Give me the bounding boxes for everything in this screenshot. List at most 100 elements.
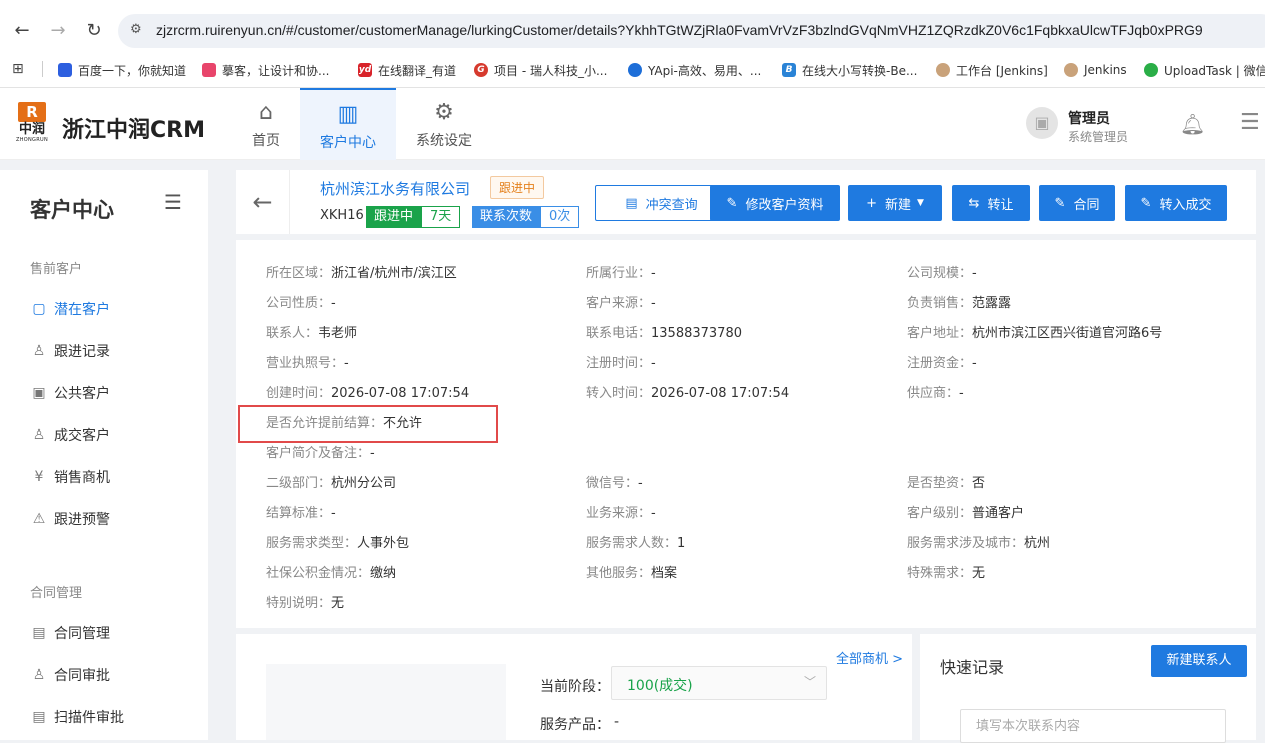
field-label: 所在区域：	[266, 266, 332, 281]
info-field: 客户简介及备注：-	[266, 442, 375, 461]
alert-doc-icon: ⚠	[32, 511, 46, 527]
info-field: 特殊需求：无	[907, 562, 985, 581]
field-value: 否	[972, 476, 986, 491]
bell-icon[interactable]: 🔔︎	[1180, 112, 1205, 136]
field-label: 服务需求人数：	[586, 536, 678, 551]
edit-customer-button[interactable]: ✎ 修改客户资料	[710, 185, 840, 221]
bookmark-baidu[interactable]: 百度一下，你就知道	[58, 60, 186, 80]
transfer-button[interactable]: ⇆ 转让	[952, 185, 1030, 221]
new-dropdown-button[interactable]: + 新建 ▼	[848, 185, 942, 221]
field-value: -	[959, 386, 964, 401]
contract-button[interactable]: ✎ 合同	[1039, 185, 1115, 221]
app-title: 浙江中润CRM	[62, 118, 205, 143]
sidebar-group-contracts: 合同管理	[30, 586, 83, 601]
status-badge: 跟进中	[490, 176, 545, 199]
info-field: 公司规模：-	[907, 262, 977, 281]
field-label: 服务需求涉及城市：	[907, 536, 1025, 551]
info-field: 客户地址：杭州市滨江区西兴街道官河路6号	[907, 322, 1162, 341]
address-bar[interactable]: ⚙ zjzrcrm.ruirenyun.cn/#/customer/custom…	[118, 14, 1265, 48]
menu-icon[interactable]: ☰	[1240, 110, 1260, 135]
field-label: 客户简介及备注：	[266, 446, 371, 461]
nav-system-settings[interactable]: ⚙ 系统设定	[396, 88, 492, 160]
field-label: 微信号：	[586, 476, 639, 491]
info-field: 结算标准：-	[266, 502, 336, 521]
field-value: -	[972, 266, 977, 281]
bookmark-case-convert[interactable]: B 在线大小写转换-Be...	[782, 60, 917, 80]
sidebar-item-contract-management[interactable]: ▤ 合同管理	[30, 622, 110, 644]
field-label: 联系电话：	[586, 326, 652, 341]
bookmark-moke[interactable]: 摹客，让设计和协...	[202, 60, 329, 80]
avatar[interactable]: ▣	[1026, 107, 1058, 139]
sidebar-item-sales-opportunities[interactable]: ¥ 销售商机	[30, 466, 110, 488]
sidebar-item-public-customers[interactable]: ▣ 公共客户	[30, 382, 110, 404]
quick-record-card: 快速记录 新建联系人	[920, 634, 1256, 743]
sidebar-item-scan-approval[interactable]: ▤ 扫描件审批	[30, 706, 124, 728]
info-field: 社保公积金情况：缴纳	[266, 562, 396, 581]
info-field: 转入时间：2026-07-08 17:07:54	[586, 382, 789, 401]
collapse-menu-icon[interactable]: ☰	[164, 190, 182, 214]
bookmark-jenkins-workspace[interactable]: 工作台 [Jenkins]	[936, 60, 1048, 80]
user-name[interactable]: 管理员	[1068, 108, 1110, 128]
edit-icon: ✎	[726, 195, 738, 211]
field-value: 2026-07-08 17:07:54	[651, 386, 790, 401]
bookmark-uploadtask[interactable]: UploadTask | 微信	[1144, 60, 1265, 80]
field-label: 公司性质：	[266, 296, 332, 311]
product-label: 服务产品：	[540, 717, 610, 733]
field-value: 档案	[651, 566, 678, 581]
sidebar-item-follow-records[interactable]: ♙ 跟进记录	[30, 340, 110, 362]
field-label: 负责销售：	[907, 296, 973, 311]
customer-header-card: ← 杭州滨江水务有限公司 跟进中 XKH16 跟进中 7天 联系次数 0次 ▤ 冲…	[236, 170, 1256, 234]
field-value: 韦老师	[318, 326, 358, 341]
apps-grid-icon[interactable]: ⊞	[12, 61, 24, 77]
contract-icon: ▤	[32, 625, 46, 641]
field-value: 无	[331, 596, 345, 611]
caret-down-icon: ▼	[917, 198, 924, 208]
field-label: 特别说明：	[266, 596, 332, 611]
sidebar-item-closed-customers[interactable]: ♙ 成交客户	[30, 424, 110, 446]
company-name: 杭州滨江水务有限公司	[320, 180, 471, 198]
field-value: 1	[677, 536, 686, 551]
nav-customer-center[interactable]: ▥ 客户中心	[300, 88, 396, 160]
bookmark-youdao[interactable]: yd 在线翻译_有道	[358, 60, 456, 80]
url-text: zjzrcrm.ruirenyun.cn/#/customer/customer…	[156, 22, 1203, 38]
bookmark-yapi[interactable]: YApi-高效、易用、...	[628, 60, 761, 80]
sidebar-item-follow-alerts[interactable]: ⚠ 跟进预警	[30, 508, 110, 530]
new-contact-button[interactable]: 新建联系人	[1151, 645, 1247, 677]
site-info-icon[interactable]: ⚙	[130, 22, 146, 38]
sidebar-title: 客户中心	[30, 198, 114, 222]
app-header: R 中润 ZHONGRUN 浙江中润CRM ⌂ 首页 ▥ 客户中心 ⚙ 系统设定…	[0, 88, 1265, 160]
field-value: -	[651, 356, 656, 371]
info-field: 营业执照号：-	[266, 352, 349, 371]
bookmark-project[interactable]: G 项目 - 瑞人科技_小...	[474, 60, 607, 80]
logo-mark: R	[18, 102, 46, 122]
quick-record-title: 快速记录	[940, 658, 1005, 677]
person-check-icon: ♙	[32, 427, 46, 443]
conflict-query-button[interactable]: ▤ 冲突查询	[595, 185, 728, 221]
field-label: 二级部门：	[266, 476, 332, 491]
all-opportunities-link[interactable]: 全部商机 >	[836, 648, 903, 667]
field-label: 联系人：	[266, 326, 319, 341]
document-icon: ▤	[625, 195, 638, 211]
bookmark-jenkins[interactable]: Jenkins	[1064, 60, 1127, 80]
forward-arrow-icon[interactable]: →	[46, 19, 70, 43]
stage-select[interactable]: 100(成交) ﹀	[611, 666, 827, 700]
field-label: 特殊需求：	[907, 566, 973, 581]
info-field: 服务需求涉及城市：杭州	[907, 532, 1050, 551]
user-role: 系统管理员	[1068, 130, 1129, 144]
contact-content-input[interactable]	[960, 709, 1226, 743]
info-field: 客户来源：-	[586, 292, 656, 311]
youdao-icon: yd	[358, 63, 372, 77]
back-arrow-icon[interactable]: ←	[10, 19, 34, 43]
sidebar-item-potential-customers[interactable]: ▢ 潜在客户	[30, 298, 110, 320]
field-label: 客户来源：	[586, 296, 652, 311]
sidebar-group-presales: 售前客户	[30, 262, 83, 277]
transfer-to-deal-button[interactable]: ✎ 转入成交	[1125, 185, 1227, 221]
sidebar-item-contract-approval[interactable]: ♙ 合同审批	[30, 664, 110, 686]
back-arrow-icon[interactable]: ←	[236, 170, 290, 234]
reload-icon[interactable]: ↻	[82, 19, 106, 43]
browser-toolbar: ← → ↻ ⚙ zjzrcrm.ruirenyun.cn/#/customer/…	[0, 0, 1265, 88]
field-value: -	[638, 476, 643, 491]
info-field: 客户级别：普通客户	[907, 502, 1024, 521]
info-field: 其他服务：档案	[586, 562, 677, 581]
public-user-icon: ▣	[32, 385, 46, 401]
